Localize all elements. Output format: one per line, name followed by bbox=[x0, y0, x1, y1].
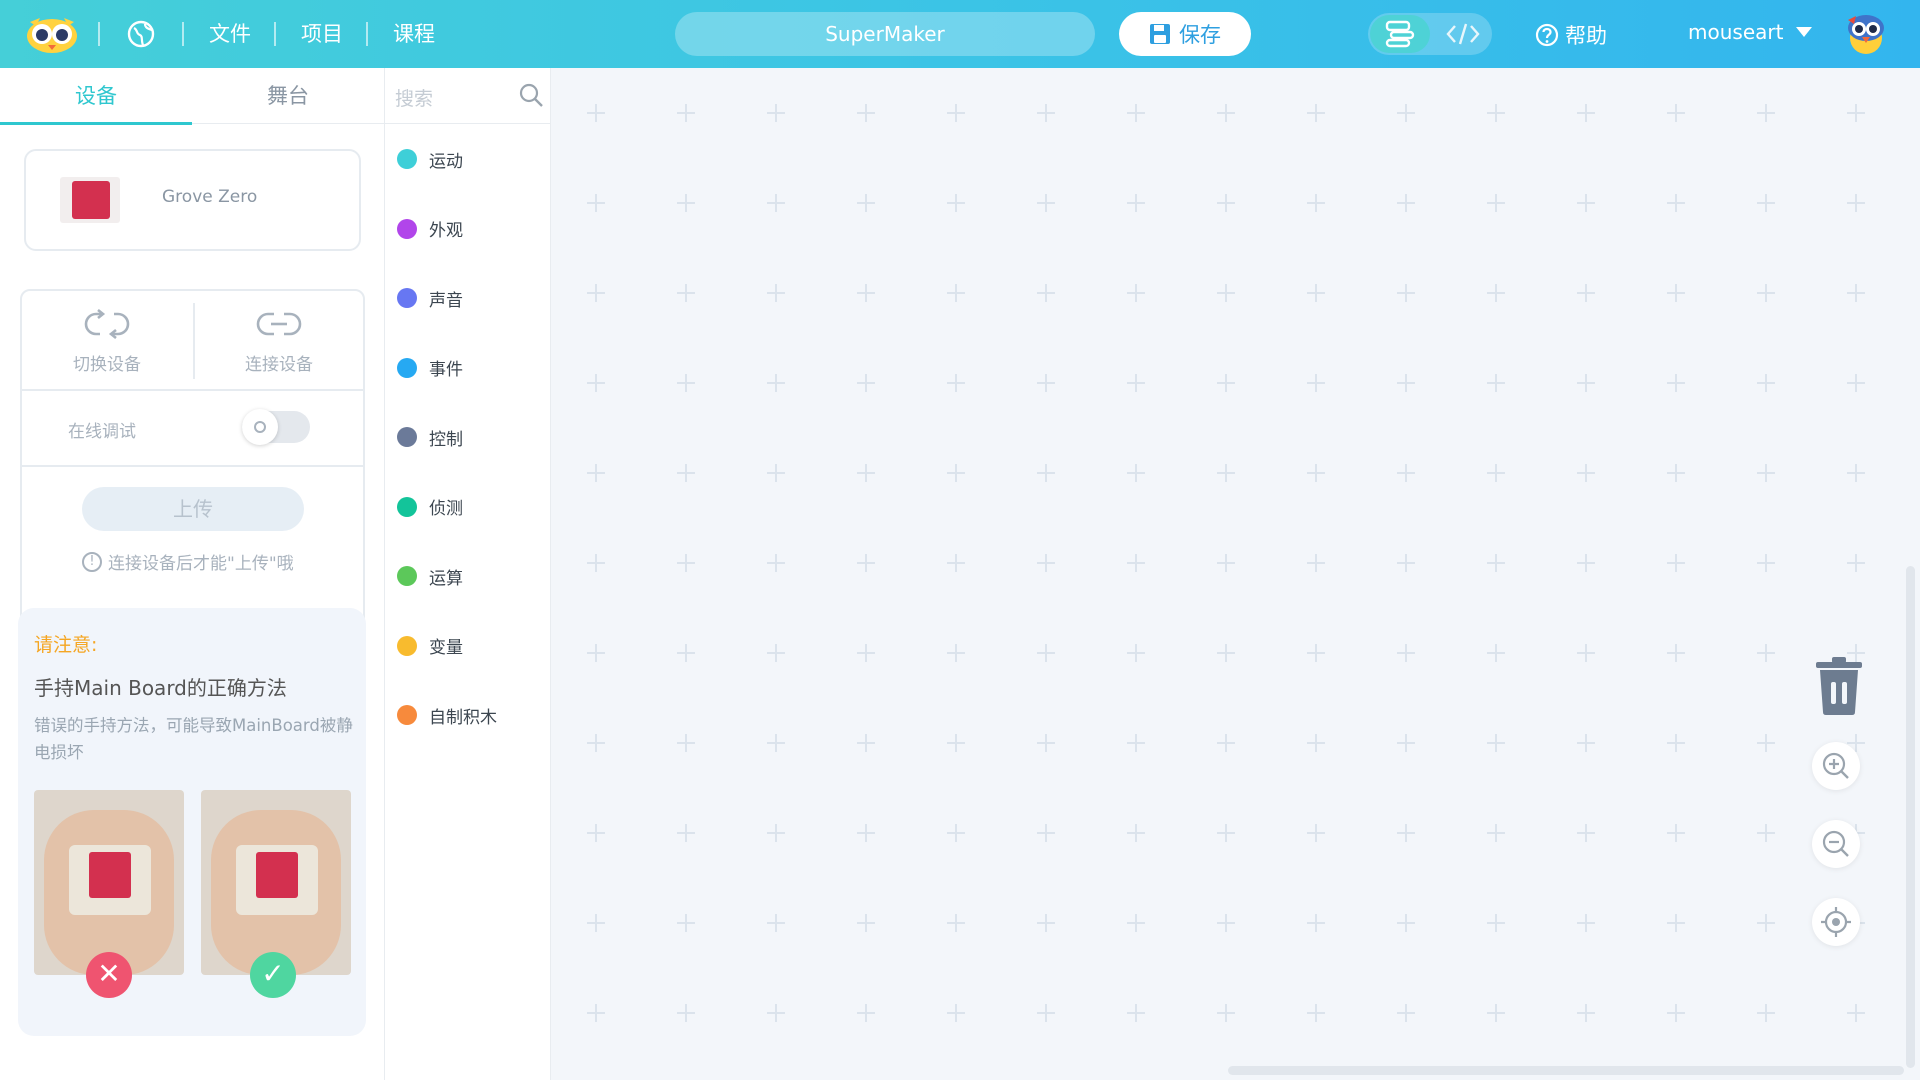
code-workspace[interactable] bbox=[552, 68, 1920, 1080]
search-icon[interactable] bbox=[518, 82, 544, 108]
switch-device-button[interactable]: 切换设备 bbox=[22, 291, 192, 391]
upload-tip-text: 连接设备后才能"上传"哦 bbox=[108, 554, 294, 574]
category-item[interactable]: 运动 bbox=[397, 144, 463, 174]
recenter-button[interactable] bbox=[1812, 898, 1860, 946]
notice-heading: 手持Main Board的正确方法 bbox=[34, 676, 287, 700]
online-debug-toggle[interactable] bbox=[242, 409, 310, 445]
separator bbox=[182, 22, 184, 46]
device-image bbox=[60, 177, 120, 223]
category-label: 事件 bbox=[429, 360, 463, 380]
help-button[interactable]: 帮助 bbox=[1535, 20, 1607, 50]
separator bbox=[274, 22, 276, 46]
block-search[interactable]: 搜索 bbox=[385, 68, 551, 124]
cross-icon: ✕ bbox=[86, 952, 132, 998]
tab-device[interactable]: 设备 bbox=[0, 68, 192, 125]
online-debug-label: 在线调试 bbox=[68, 422, 136, 442]
link-icon bbox=[256, 312, 302, 336]
category-label: 运动 bbox=[429, 151, 463, 172]
info-icon: ! bbox=[82, 551, 102, 572]
question-circle-icon bbox=[1535, 23, 1559, 47]
category-color-dot bbox=[397, 635, 417, 656]
save-label: 保存 bbox=[1179, 23, 1221, 47]
device-panel: 设备 舞台 Grove Zero 切换设备 连接设备 在线调试 上传 ! 连接设… bbox=[0, 68, 385, 1080]
category-label: 变量 bbox=[429, 638, 463, 658]
device-name: Grove Zero bbox=[162, 187, 258, 207]
connect-device-label: 连接设备 bbox=[245, 355, 313, 375]
category-color-dot bbox=[397, 566, 417, 586]
owl-logo-icon[interactable] bbox=[26, 14, 78, 54]
category-item[interactable]: 外观 bbox=[397, 214, 463, 244]
category-color-dot bbox=[397, 218, 417, 239]
block-mode-button[interactable] bbox=[1370, 15, 1430, 53]
zoom-out-button[interactable] bbox=[1812, 820, 1860, 868]
category-label: 侦测 bbox=[429, 499, 463, 519]
panel-tabs: 设备 舞台 bbox=[0, 68, 385, 125]
category-item[interactable]: 变量 bbox=[397, 631, 463, 661]
category-item[interactable]: 声音 bbox=[397, 283, 463, 313]
category-label: 控制 bbox=[429, 429, 463, 450]
device-controls: 切换设备 连接设备 在线调试 上传 ! 连接设备后才能"上传"哦 bbox=[20, 289, 365, 651]
category-label: 自制积木 bbox=[429, 707, 497, 728]
avatar[interactable] bbox=[1844, 12, 1888, 56]
save-button[interactable]: 保存 bbox=[1119, 12, 1251, 56]
caret-down-icon bbox=[1796, 27, 1813, 37]
notice-description: 错误的手持方法，可能导致MainBoard被静电损坏 bbox=[34, 716, 353, 762]
device-card[interactable]: Grove Zero bbox=[24, 149, 361, 251]
code-mode-button[interactable] bbox=[1438, 15, 1488, 53]
notice-card: 请注意: 手持Main Board的正确方法 错误的手持方法，可能导致MainB… bbox=[18, 608, 366, 1036]
floppy-disk-icon bbox=[1150, 24, 1170, 44]
zoom-out-icon bbox=[1822, 830, 1849, 857]
check-icon: ✓ bbox=[250, 952, 296, 998]
block-category-panel: 搜索 运动外观声音事件控制侦测运算变量自制积木 bbox=[385, 68, 551, 1080]
category-color-dot bbox=[397, 288, 417, 308]
target-icon bbox=[1821, 907, 1851, 937]
category-item[interactable]: 控制 bbox=[397, 422, 463, 452]
category-color-dot bbox=[397, 705, 417, 725]
wrong-grip-photo bbox=[34, 790, 184, 975]
blocks-icon bbox=[1385, 20, 1415, 48]
category-item[interactable]: 运算 bbox=[397, 561, 463, 591]
category-item[interactable]: 事件 bbox=[397, 353, 463, 383]
category-color-dot bbox=[397, 149, 417, 169]
mode-toggle[interactable] bbox=[1368, 13, 1492, 55]
search-input[interactable]: 搜索 bbox=[395, 84, 433, 111]
category-item[interactable]: 自制积木 bbox=[397, 700, 497, 730]
notice-title: 请注意: bbox=[34, 634, 98, 656]
menu-course[interactable]: 课程 bbox=[393, 20, 435, 48]
upload-button[interactable]: 上传 bbox=[82, 487, 304, 531]
vertical-scrollbar[interactable] bbox=[1906, 566, 1915, 1068]
menu-file[interactable]: 文件 bbox=[209, 20, 251, 48]
zoom-in-icon bbox=[1822, 752, 1849, 779]
menu-project[interactable]: 项目 bbox=[301, 20, 343, 48]
trash-icon[interactable] bbox=[1812, 656, 1866, 716]
correct-grip-photo bbox=[201, 790, 351, 975]
category-color-dot bbox=[397, 427, 417, 447]
switch-device-label: 切换设备 bbox=[73, 355, 141, 375]
category-label: 运算 bbox=[429, 568, 463, 589]
upload-tip: ! 连接设备后才能"上传"哦 bbox=[82, 549, 294, 574]
zoom-in-button[interactable] bbox=[1812, 742, 1860, 790]
code-icon bbox=[1446, 23, 1480, 45]
horizontal-scrollbar[interactable] bbox=[1228, 1066, 1904, 1075]
category-label: 外观 bbox=[429, 221, 463, 241]
help-label: 帮助 bbox=[1565, 24, 1607, 48]
username: mouseart bbox=[1688, 20, 1784, 44]
tab-stage[interactable]: 舞台 bbox=[192, 68, 384, 124]
separator bbox=[366, 22, 368, 46]
category-label: 声音 bbox=[429, 290, 463, 311]
category-color-dot bbox=[397, 496, 417, 517]
category-item[interactable]: 侦测 bbox=[397, 492, 463, 522]
project-name-input[interactable]: SuperMaker bbox=[675, 12, 1095, 56]
user-menu[interactable]: mouseart bbox=[1688, 20, 1813, 44]
switch-icon bbox=[84, 308, 130, 340]
connect-device-button[interactable]: 连接设备 bbox=[194, 291, 364, 391]
globe-icon[interactable] bbox=[126, 19, 156, 49]
separator bbox=[98, 22, 100, 46]
workspace-grid bbox=[587, 104, 1865, 1022]
top-bar: 文件 项目 课程 SuperMaker 保存 帮助 mouseart bbox=[0, 0, 1920, 68]
category-color-dot bbox=[397, 357, 417, 378]
